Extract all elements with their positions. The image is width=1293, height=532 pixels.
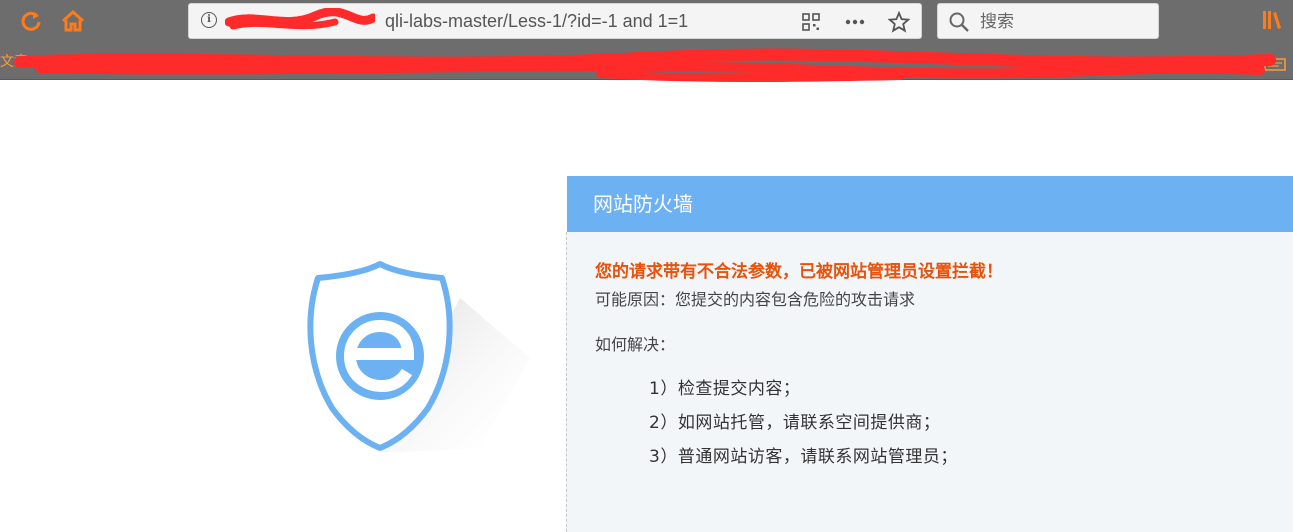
browser-toolbar: i qli-labs-master/Less-1/?id=-1 and 1=1 <box>0 0 1293 44</box>
block-warning: 您的请求带有不合法参数，已被网站管理员设置拦截！ <box>595 262 1003 282</box>
info-icon[interactable]: i <box>201 12 217 28</box>
howto-label: 如何解决： <box>595 335 676 354</box>
refresh-icon[interactable] <box>16 6 46 36</box>
solution-steps: 1）检查提交内容； 2）如网站托管，请联系空间提供商； 3）普通网站访客，请联系… <box>649 377 958 479</box>
redacted-host-scribble <box>225 8 375 30</box>
search-icon <box>949 12 969 32</box>
solution-step: 3）普通网站访客，请联系网站管理员； <box>649 447 958 467</box>
solution-step: 1）检查提交内容； <box>649 379 801 399</box>
address-bar[interactable]: i qli-labs-master/Less-1/?id=-1 and 1=1 <box>188 3 922 39</box>
block-reason: 可能原因：您提交的内容包含危险的攻击请求 <box>595 290 916 309</box>
qr-code-icon[interactable] <box>799 10 823 34</box>
bookmark-item[interactable]: 文章 <box>0 52 28 72</box>
firewall-shield-logo <box>307 261 530 453</box>
solution-step: 2）如网站托管，请联系空间提供商； <box>649 413 941 433</box>
bookmarks-bar <box>0 44 1293 80</box>
star-icon[interactable] <box>887 10 911 34</box>
search-bar[interactable]: 搜索 <box>937 3 1159 39</box>
firewall-header: 网站防火墙 <box>567 176 1293 232</box>
firewall-message-panel: 您的请求带有不合法参数，已被网站管理员设置拦截！ 可能原因：您提交的内容包含危险… <box>566 232 1293 532</box>
library-icon[interactable] <box>1261 8 1283 32</box>
bookmark-folder-icon[interactable] <box>1263 56 1289 72</box>
address-bar-actions <box>799 8 911 36</box>
search-placeholder: 搜索 <box>980 12 1014 32</box>
home-icon[interactable] <box>58 6 88 36</box>
address-bar-url[interactable]: qli-labs-master/Less-1/?id=-1 and 1=1 <box>385 10 688 32</box>
more-icon[interactable] <box>843 10 867 34</box>
firewall-title: 网站防火墙 <box>593 192 693 216</box>
